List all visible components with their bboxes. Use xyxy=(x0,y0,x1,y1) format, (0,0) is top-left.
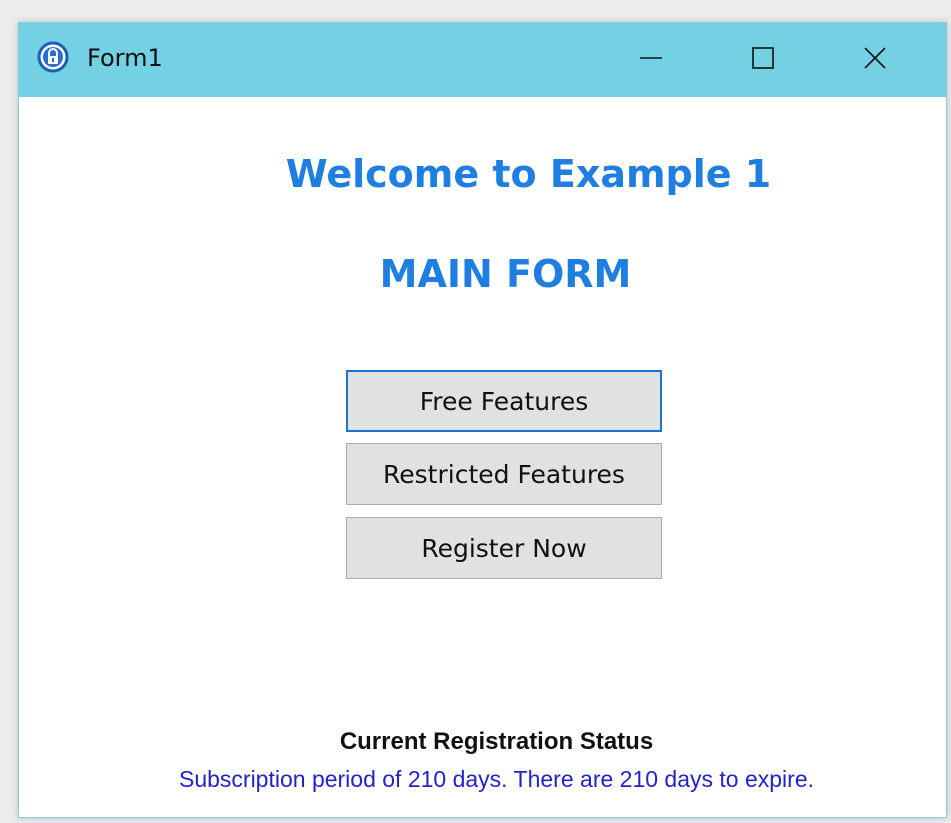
maximize-button[interactable] xyxy=(707,23,819,97)
registration-status-title: Current Registration Status xyxy=(339,728,654,755)
title-bar[interactable]: Form1 xyxy=(19,23,946,97)
close-button[interactable] xyxy=(819,23,931,97)
form-window: Form1 Welcome to Example 1 MAIN FORM Fre… xyxy=(18,22,947,818)
registration-status-message: Subscription period of 210 days. There a… xyxy=(178,766,814,792)
free-features-button[interactable]: Free Features xyxy=(346,370,662,432)
register-now-button[interactable]: Register Now xyxy=(346,517,662,579)
minimize-button[interactable] xyxy=(595,23,707,97)
main-form-heading: MAIN FORM xyxy=(379,252,632,296)
maximize-icon xyxy=(751,46,775,75)
close-icon xyxy=(863,46,887,75)
welcome-heading: Welcome to Example 1 xyxy=(285,152,772,196)
lock-icon xyxy=(37,41,69,73)
window-title: Form1 xyxy=(87,44,163,72)
restricted-features-button[interactable]: Restricted Features xyxy=(346,443,662,505)
minimize-icon xyxy=(639,46,663,75)
